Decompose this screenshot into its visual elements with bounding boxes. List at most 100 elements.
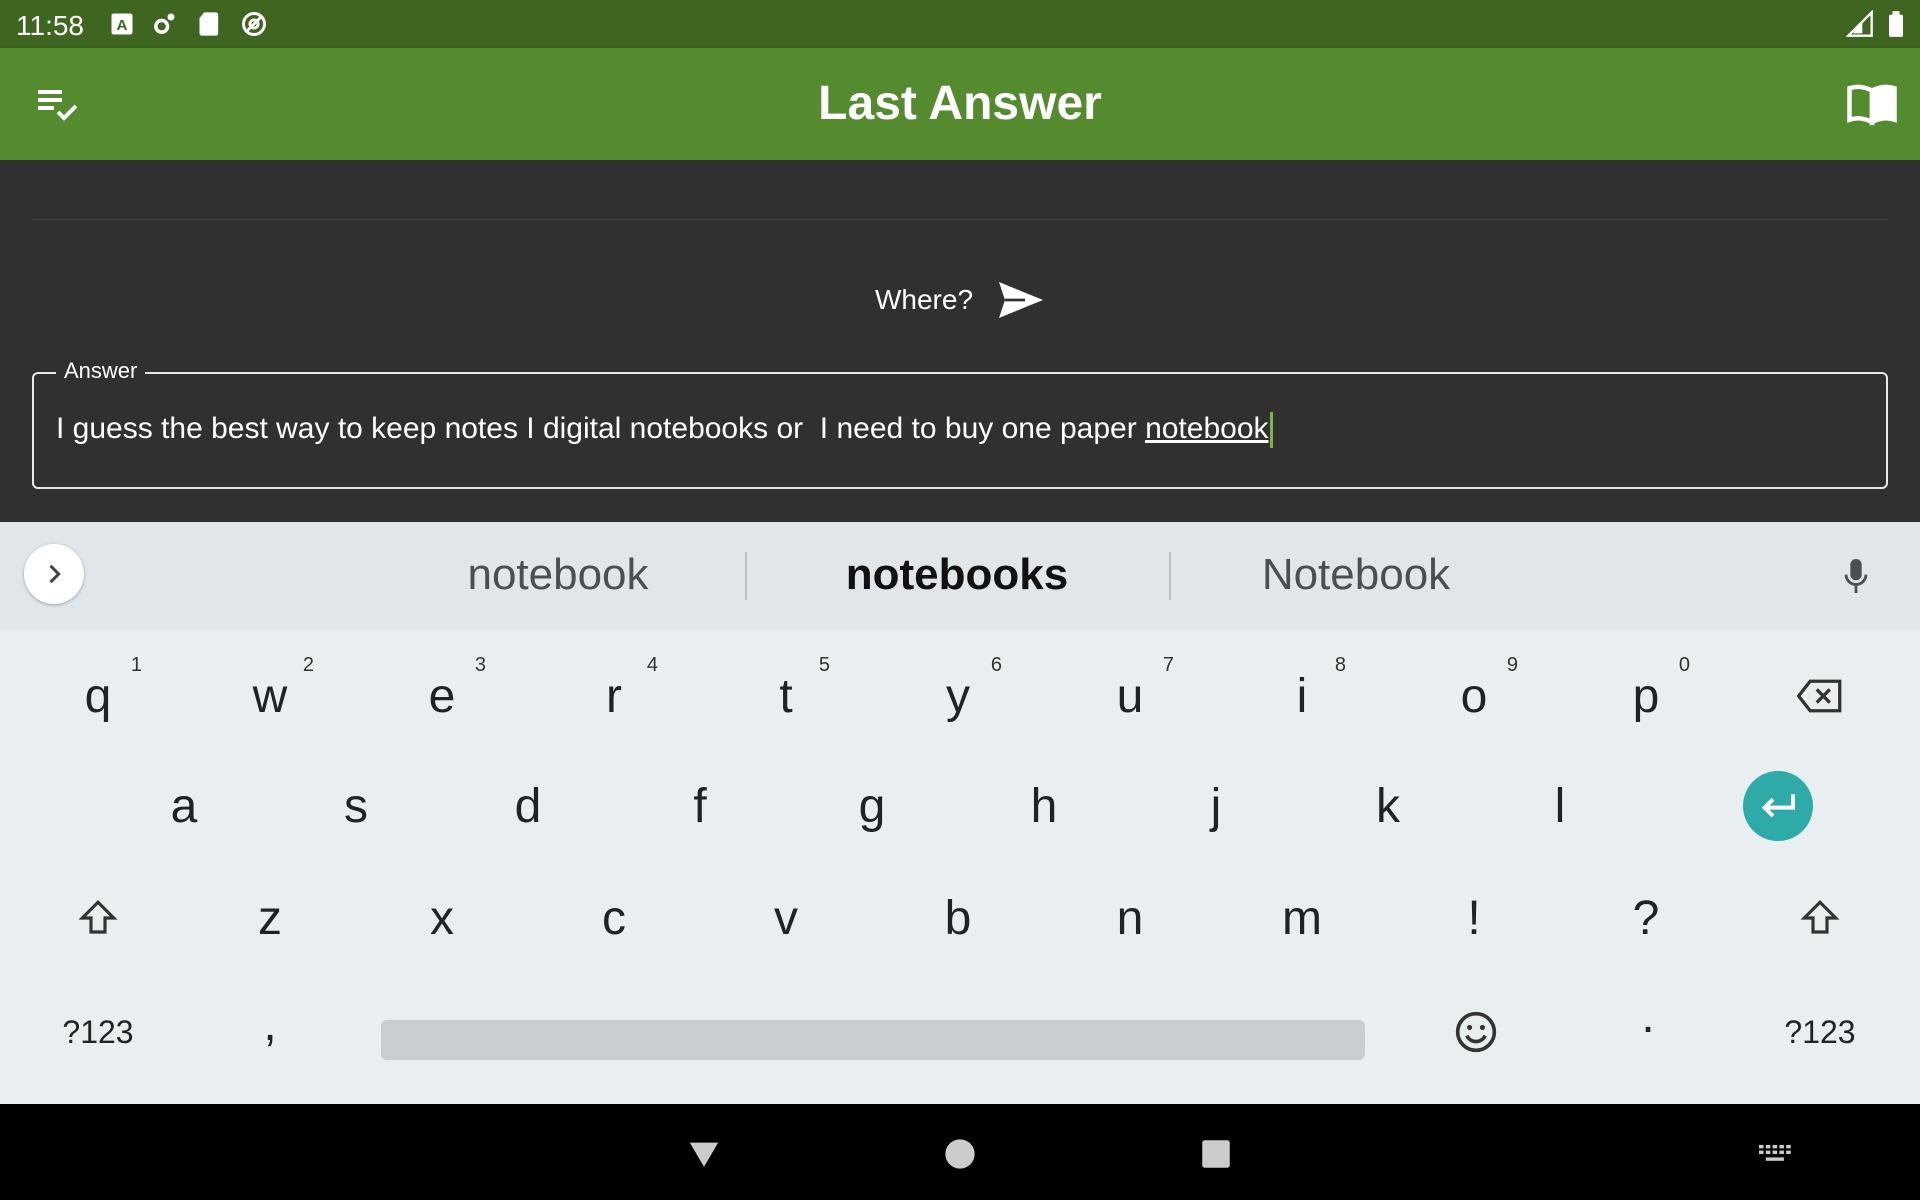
a-box-icon: A xyxy=(111,13,133,35)
key-i[interactable]: i8 xyxy=(1216,642,1388,750)
key-label: ! xyxy=(1467,891,1481,945)
emoji-key[interactable] xyxy=(1390,978,1562,1086)
key-label: r xyxy=(606,669,622,723)
shift-key-left[interactable] xyxy=(12,864,184,972)
symbols-key-left[interactable]: ?123 xyxy=(12,978,184,1086)
key-hint: 0 xyxy=(1678,654,1690,676)
key-label: e xyxy=(428,669,456,723)
suggestion-2[interactable]: notebooks xyxy=(747,550,1167,600)
suggestion-strip: notebook notebooks Notebook xyxy=(0,522,1920,630)
key-s[interactable]: s xyxy=(270,752,442,860)
key-u[interactable]: u7 xyxy=(1044,642,1216,750)
key-a[interactable]: a xyxy=(98,752,270,860)
key-label: m xyxy=(1282,891,1322,945)
smiley-icon xyxy=(1455,1011,1497,1053)
send-icon[interactable] xyxy=(997,280,1045,320)
key-label: d xyxy=(514,779,542,833)
key-label: y xyxy=(946,669,970,723)
question-text: Where? xyxy=(874,284,974,315)
voice-input-button[interactable] xyxy=(1832,552,1880,600)
key-h[interactable]: h xyxy=(958,752,1130,860)
key-n[interactable]: n xyxy=(1044,864,1216,972)
key-d[interactable]: d xyxy=(442,752,614,860)
key-b[interactable]: b xyxy=(872,864,1044,972)
key-hint: 2 xyxy=(302,654,314,676)
expand-toolbar-button[interactable] xyxy=(24,544,84,604)
suggestion-3[interactable]: Notebook xyxy=(1146,550,1566,600)
key-label: z xyxy=(258,891,282,945)
back-triangle-icon xyxy=(689,1142,719,1167)
answer-input[interactable]: I guess the best way to keep notes I dig… xyxy=(56,412,1273,449)
key-l[interactable]: l xyxy=(1474,752,1646,860)
key-label: l xyxy=(1554,779,1566,833)
enter-key[interactable] xyxy=(1692,752,1864,860)
backspace-key[interactable] xyxy=(1734,642,1906,750)
battery-icon xyxy=(1889,11,1903,37)
question-row: Where? xyxy=(0,280,1920,320)
key-e[interactable]: e3 xyxy=(356,642,528,750)
answer-field-label: Answer xyxy=(56,358,146,384)
comma-key[interactable]: , xyxy=(184,970,356,1078)
key-g[interactable]: g xyxy=(786,752,958,860)
navigation-bar xyxy=(0,1104,1920,1200)
soft-keyboard: notebook notebooks Notebook ?123 , . ?12… xyxy=(0,522,1920,1104)
key-c[interactable]: c xyxy=(528,864,700,972)
book-button[interactable] xyxy=(1836,68,1908,140)
key-label: c xyxy=(602,891,626,945)
svg-text:A: A xyxy=(117,17,128,34)
signal-icon xyxy=(1846,10,1873,37)
settings-gear-icon xyxy=(154,13,175,34)
answer-field[interactable]: Answer I guess the best way to keep note… xyxy=(32,358,1888,489)
key-q[interactable]: q1 xyxy=(12,642,184,750)
key-label: b xyxy=(944,891,972,945)
period-key[interactable]: . xyxy=(1562,962,1734,1070)
key-v[interactable]: v xyxy=(700,864,872,972)
key-label: u xyxy=(1116,669,1144,723)
home-button[interactable] xyxy=(930,1124,990,1184)
keyboard-switch-button[interactable] xyxy=(1746,1124,1806,1184)
chevron-right-icon xyxy=(49,564,61,584)
symbols-key-right[interactable]: ?123 xyxy=(1734,978,1906,1086)
microphone-icon xyxy=(1844,559,1868,593)
suggestion-1[interactable]: notebook xyxy=(348,550,768,600)
home-circle-icon xyxy=(945,1139,975,1169)
key-k[interactable]: k xyxy=(1302,752,1474,860)
key-f[interactable]: f xyxy=(614,752,786,860)
app-bar: Last Answer xyxy=(0,48,1920,160)
key-o[interactable]: o9 xyxy=(1388,642,1560,750)
key-t[interactable]: t5 xyxy=(700,642,872,750)
key-label: p xyxy=(1632,669,1660,723)
key-hint: 8 xyxy=(1334,654,1346,676)
key-label: w xyxy=(252,669,288,723)
status-time: 11:58 xyxy=(16,10,84,41)
key-label: i xyxy=(1296,669,1308,723)
key-label: q xyxy=(84,669,112,723)
key-label: n xyxy=(1116,891,1144,945)
back-button[interactable] xyxy=(674,1124,734,1184)
composing-word: notebook xyxy=(1145,412,1269,445)
key-j[interactable]: j xyxy=(1130,752,1302,860)
key-z[interactable]: z xyxy=(184,864,356,972)
key-label: x xyxy=(430,891,454,945)
key-w[interactable]: w2 xyxy=(184,642,356,750)
recents-square-icon xyxy=(1202,1140,1230,1168)
key-label: h xyxy=(1030,779,1058,833)
key-r[interactable]: r4 xyxy=(528,642,700,750)
key-m[interactable]: m xyxy=(1216,864,1388,972)
key-hint: 5 xyxy=(818,654,830,676)
page-title: Last Answer xyxy=(818,77,1102,130)
recents-button[interactable] xyxy=(1186,1124,1246,1184)
shift-key-right[interactable] xyxy=(1734,864,1906,972)
key-x[interactable]: x xyxy=(356,864,528,972)
keyboard-icon xyxy=(1759,1144,1791,1161)
key-label: k xyxy=(1376,779,1400,833)
key-p[interactable]: p0 xyxy=(1560,642,1732,750)
answer-text: I guess the best way to keep notes I dig… xyxy=(56,412,1146,445)
key-![interactable]: ! xyxy=(1388,864,1560,972)
enter-arrow-icon xyxy=(1761,794,1795,818)
key-hint: 9 xyxy=(1506,654,1518,676)
key-y[interactable]: y6 xyxy=(872,642,1044,750)
status-bar: 11:58 A xyxy=(0,0,1920,48)
space-bar[interactable] xyxy=(381,1020,1365,1060)
key-?[interactable]: ? xyxy=(1560,864,1732,972)
